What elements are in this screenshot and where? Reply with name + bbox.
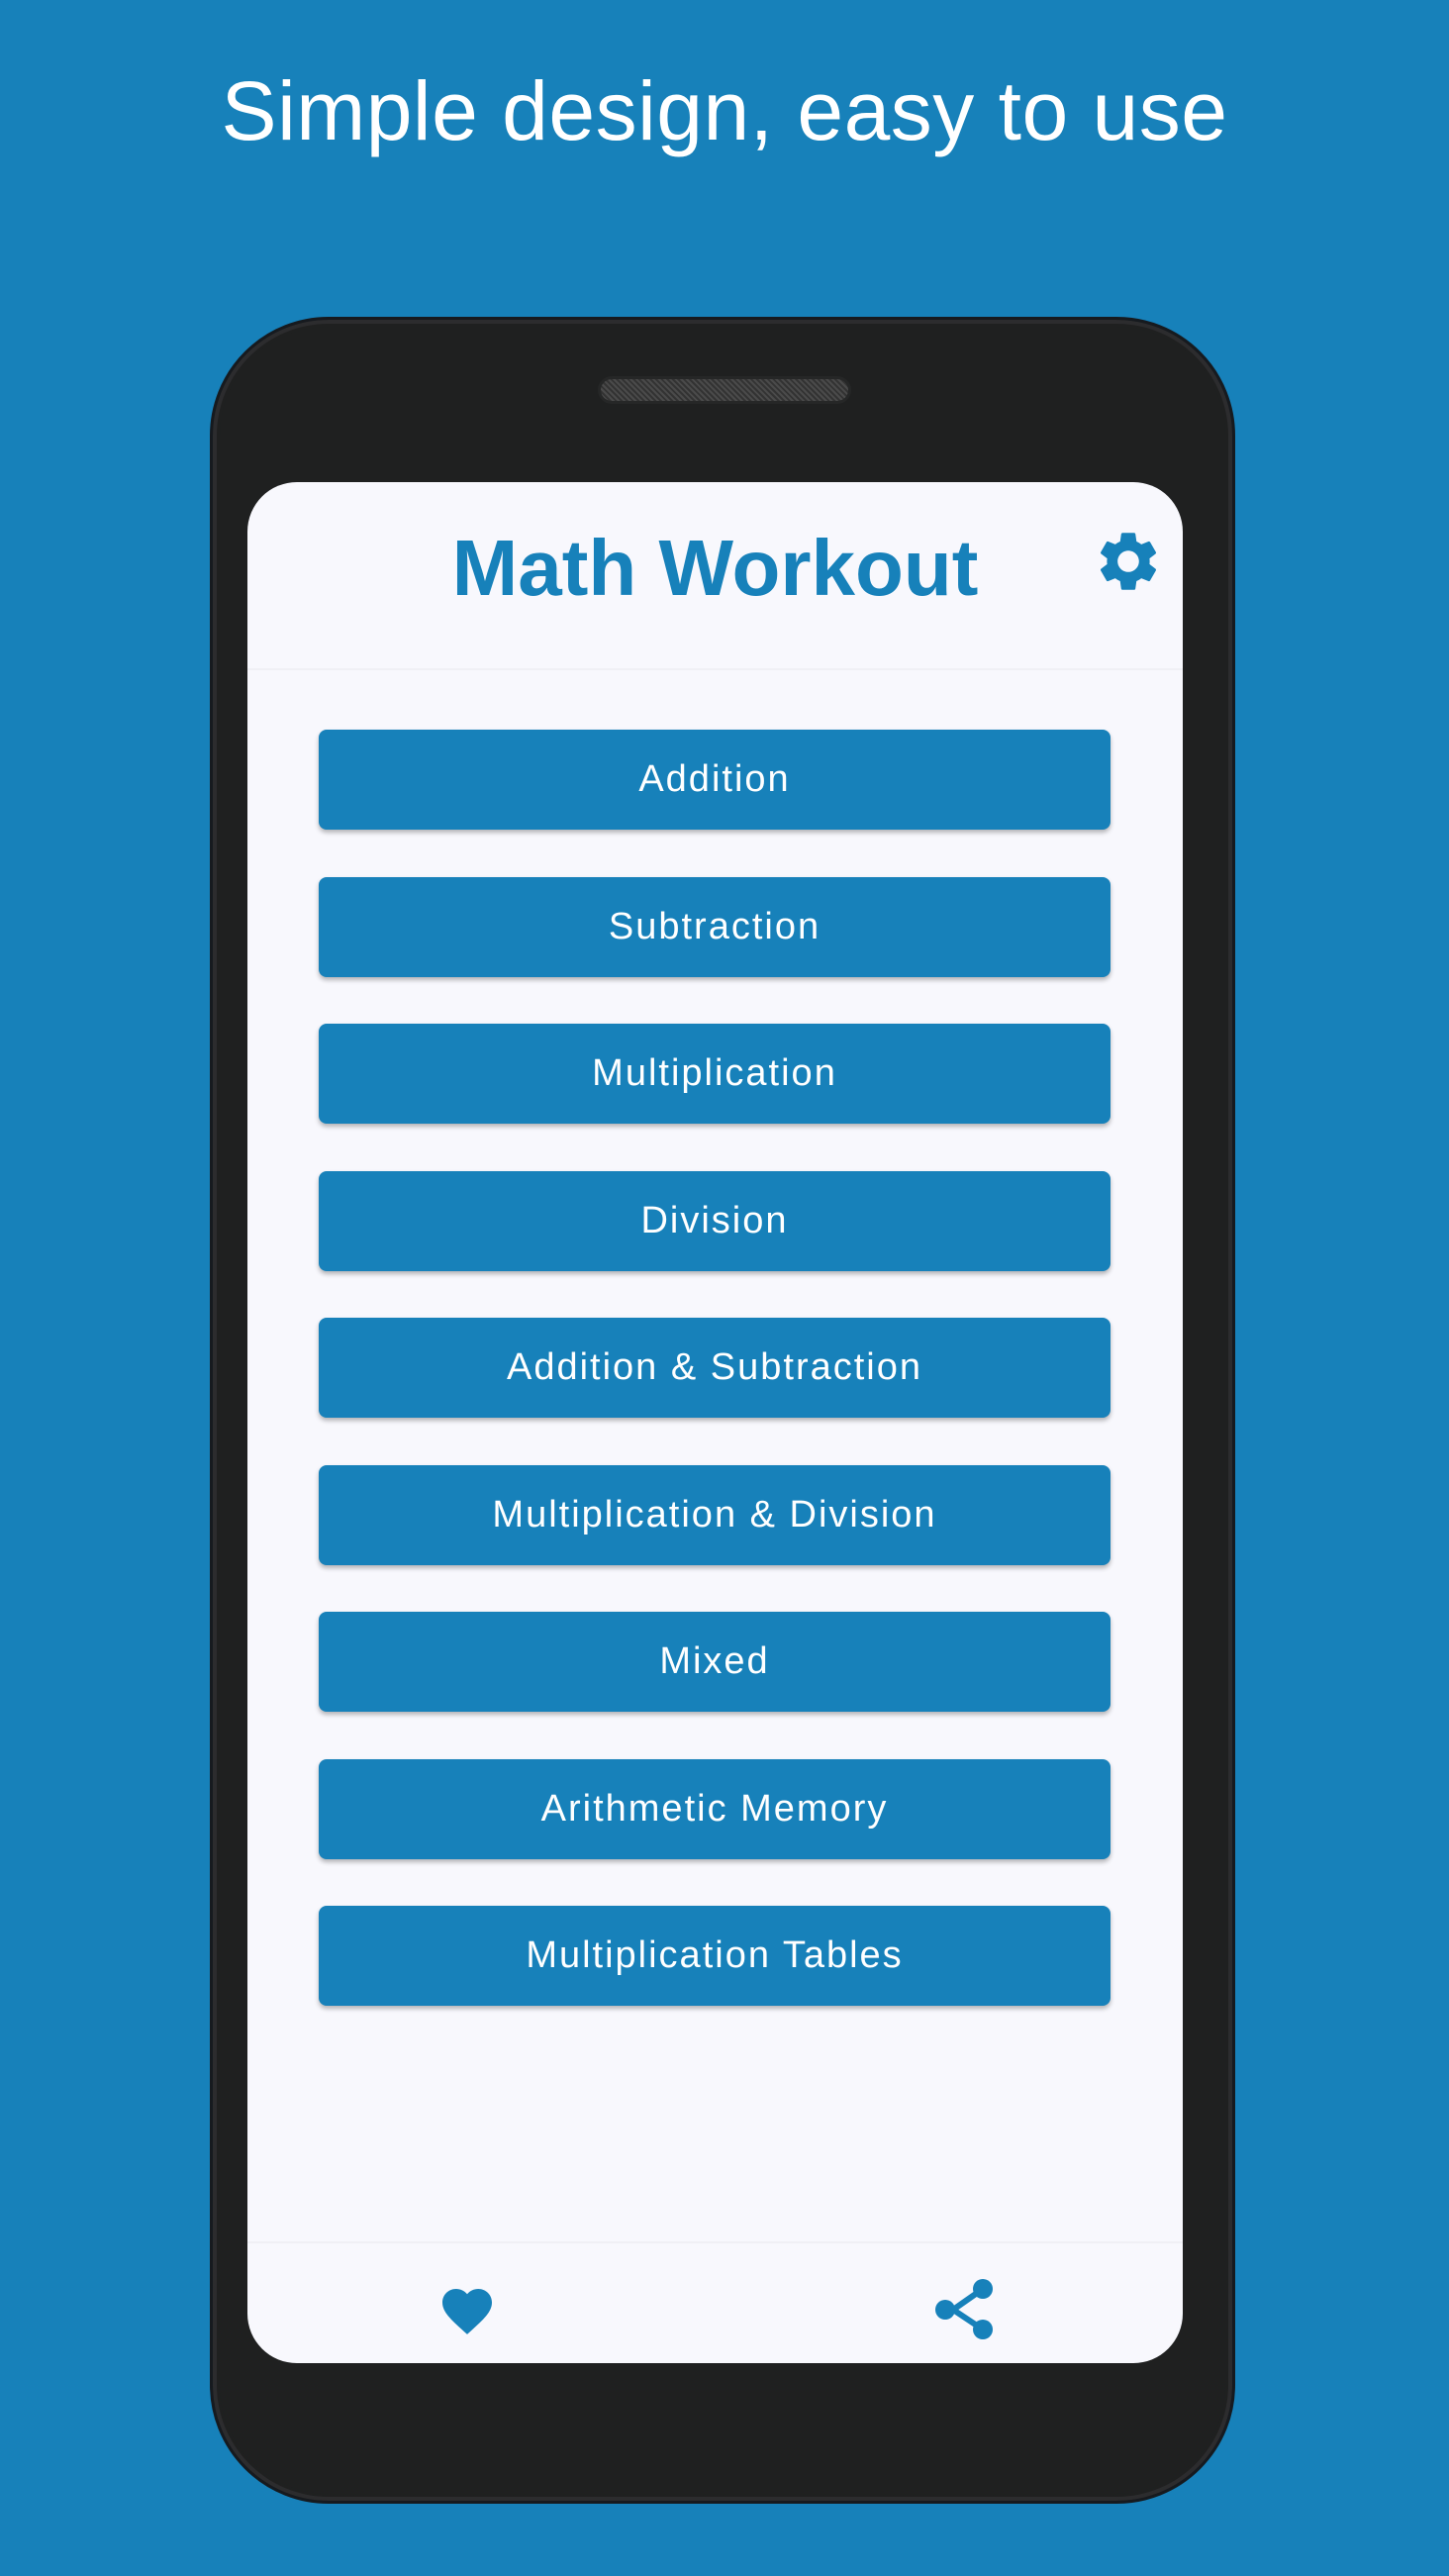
menu-button-multiplication-tables[interactable]: Multiplication Tables <box>319 1906 1111 2006</box>
favorite-button[interactable] <box>428 2269 507 2348</box>
app-screen: Math Workout Addition Subtraction Multip… <box>247 482 1183 2363</box>
phone-speaker <box>601 379 848 401</box>
bottom-nav <box>247 2241 1183 2363</box>
menu-button-multiplication[interactable]: Multiplication <box>319 1024 1111 1124</box>
menu-button-subtraction[interactable]: Subtraction <box>319 876 1111 977</box>
settings-button[interactable] <box>1089 522 1168 601</box>
app-title: Math Workout <box>451 524 979 612</box>
share-button[interactable] <box>923 2270 1003 2349</box>
share-icon <box>935 2279 993 2339</box>
menu-button-division[interactable]: Division <box>319 1170 1111 1271</box>
heart-icon <box>442 2289 492 2334</box>
menu-button-mixed[interactable]: Mixed <box>319 1612 1111 1712</box>
menu-button-addition-subtraction[interactable]: Addition & Subtraction <box>319 1318 1111 1418</box>
gear-icon <box>1100 533 1157 590</box>
menu-button-arithmetic-memory[interactable]: Arithmetic Memory <box>319 1758 1111 1859</box>
app-header: Math Workout <box>247 482 1183 670</box>
phone-frame: Math Workout Addition Subtraction Multip… <box>210 317 1235 2504</box>
promo-heading: Simple design, easy to use <box>221 64 1228 157</box>
exercise-menu: Addition Subtraction Multiplication Divi… <box>319 730 1111 2053</box>
menu-button-multiplication-division[interactable]: Multiplication & Division <box>319 1464 1111 1565</box>
menu-button-addition[interactable]: Addition <box>319 730 1111 830</box>
